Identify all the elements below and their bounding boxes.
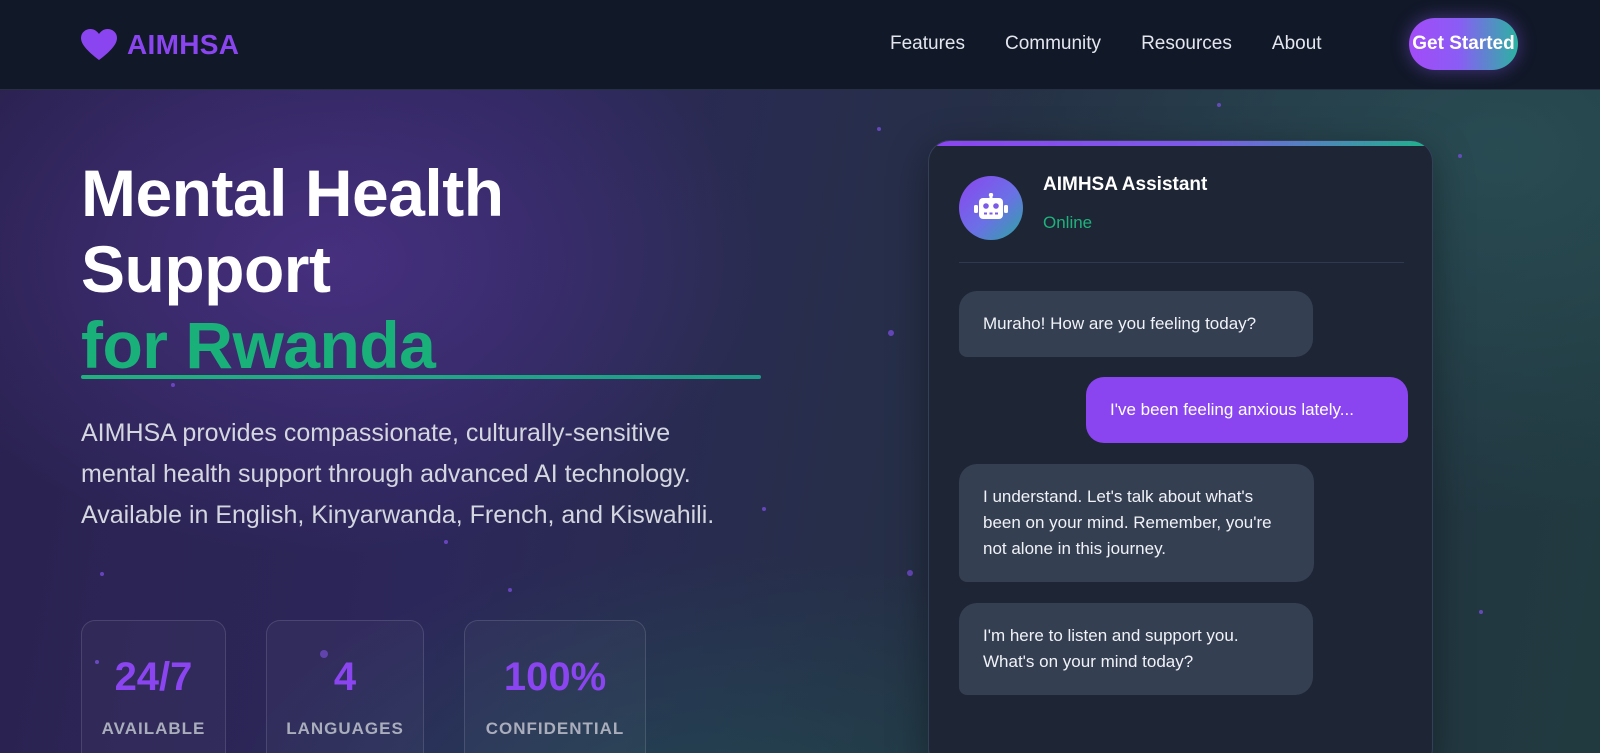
particle-dot <box>1458 154 1462 158</box>
nav-links: Features Community Resources About <box>890 30 1322 58</box>
particle-dot <box>1217 103 1221 107</box>
particle-dot <box>171 383 175 387</box>
chat-card-accent-bar <box>929 141 1432 146</box>
assistant-status: Online <box>1043 213 1093 232</box>
top-navbar: AIMHSA Features Community Resources Abou… <box>0 0 1600 90</box>
robot-icon <box>974 193 1008 219</box>
chat-preview-card: AIMHSA Assistant Online Muraho! How are … <box>928 140 1433 753</box>
stat-card-confidential: 100% CONFIDENTIAL <box>464 620 646 753</box>
nav-link-community[interactable]: Community <box>1005 30 1101 58</box>
particle-dot <box>907 570 913 576</box>
stat-label: CONFIDENTIAL <box>485 719 625 738</box>
get-started-button[interactable]: Get Started <box>1409 18 1518 70</box>
hero-description: AIMHSA provides compassionate, culturall… <box>81 419 715 529</box>
particle-dot <box>100 572 104 576</box>
particle-dot <box>444 540 448 544</box>
chat-message-user: I've been feeling anxious lately... <box>1086 377 1408 443</box>
stat-label: AVAILABLE <box>101 719 206 738</box>
particle-dot <box>888 330 894 336</box>
stat-value: 100% <box>503 655 607 699</box>
stat-card-languages: 4 LANGUAGES <box>266 620 424 753</box>
hero-title-accent: for Rwanda <box>81 308 436 382</box>
hero-title: Mental Health Support for Rwanda <box>81 155 504 383</box>
stat-card-available: 24/7 AVAILABLE <box>81 620 226 753</box>
nav-link-about[interactable]: About <box>1272 30 1322 58</box>
chat-message-bot: I'm here to listen and support you. What… <box>959 603 1313 695</box>
brand-logo[interactable]: AIMHSA <box>81 27 239 63</box>
assistant-avatar <box>959 176 1023 240</box>
particle-dot <box>877 127 881 131</box>
nav-link-resources[interactable]: Resources <box>1141 30 1232 58</box>
hero-section: Mental Health Support for Rwanda AIMHSA … <box>0 90 1600 753</box>
chat-message-bot: Muraho! How are you feeling today? <box>959 291 1313 357</box>
particle-dot <box>762 507 766 511</box>
heart-icon <box>81 29 117 60</box>
stat-value: 24/7 <box>114 655 193 699</box>
stat-value: 4 <box>333 655 357 699</box>
assistant-name: AIMHSA Assistant <box>1043 174 1208 195</box>
stat-label: LANGUAGES <box>286 719 404 738</box>
chat-divider <box>959 262 1404 263</box>
particle-dot <box>1479 610 1483 614</box>
title-underline <box>81 375 761 379</box>
brand-name: AIMHSA <box>127 29 240 60</box>
nav-link-features[interactable]: Features <box>890 30 965 58</box>
chat-message-bot: I understand. Let's talk about what's be… <box>959 464 1314 582</box>
particle-dot <box>508 588 512 592</box>
hero-title-line1: Mental Health <box>81 156 504 230</box>
hero-title-line2: Support <box>81 232 331 306</box>
